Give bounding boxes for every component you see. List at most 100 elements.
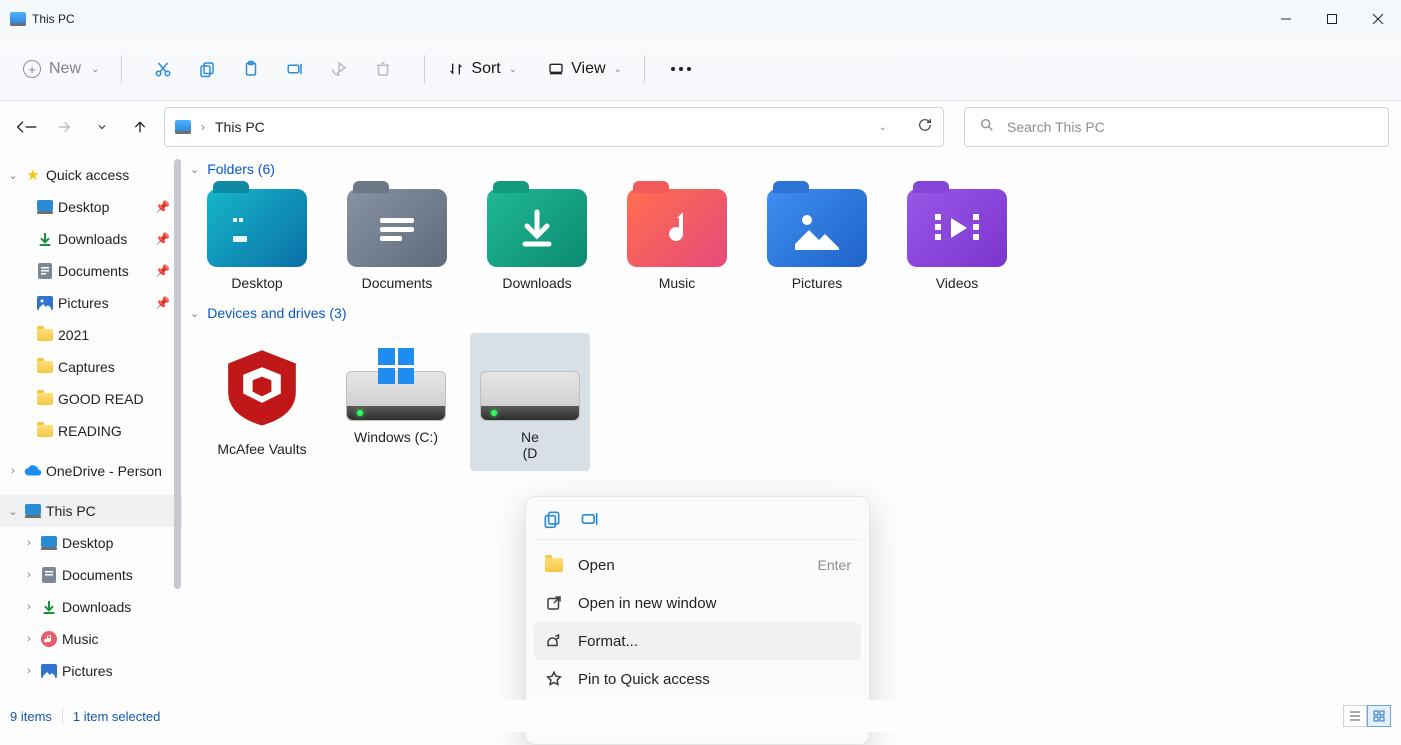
music-icon [40, 630, 58, 648]
section-header-folders[interactable]: ⌄ Folders (6) [188, 157, 1391, 183]
forward-button [50, 113, 78, 141]
ctx-label: Open in new window [578, 595, 716, 612]
refresh-button[interactable] [917, 117, 933, 138]
drive-new-volume-d[interactable]: Ne (D [470, 333, 590, 471]
rename-button[interactable] [278, 54, 312, 84]
rename-icon[interactable] [580, 509, 600, 529]
sidebar-item-label: GOOD READ [58, 391, 144, 407]
sidebar-quick-access[interactable]: ⌄ ★ Quick access [0, 159, 182, 191]
ctx-open-new-window[interactable]: Open in new window [534, 584, 861, 622]
address-bar[interactable]: › This PC ⌄ [164, 107, 944, 147]
breadcrumb[interactable]: This PC [215, 119, 265, 135]
sidebar-onedrive[interactable]: › OneDrive - Person [0, 455, 182, 487]
ellipsis-icon [671, 67, 691, 71]
chevron-down-icon: ⌄ [509, 64, 517, 75]
scrollbar-thumb[interactable] [174, 159, 181, 589]
drive-windows-c[interactable]: Windows (C:) [336, 333, 456, 471]
copy-button[interactable] [190, 54, 224, 84]
sidebar-item-label: Desktop [58, 199, 109, 215]
chevron-down-icon[interactable]: ⌄ [879, 122, 887, 133]
folder-pictures[interactable]: Pictures [762, 189, 872, 291]
folder-music[interactable]: Music [622, 189, 732, 291]
icons-view-button[interactable] [1367, 705, 1391, 727]
sidebar-item-documents[interactable]: Documents 📌 [0, 255, 182, 287]
picture-icon [40, 662, 58, 680]
sidebar-item-label: 2021 [58, 327, 89, 343]
this-pc-icon [10, 12, 26, 26]
sidebar-item-folder[interactable]: GOOD READ [0, 383, 182, 415]
search-input[interactable] [1007, 119, 1374, 135]
chevron-right-icon[interactable]: › [22, 665, 36, 677]
ctx-open[interactable]: Open Enter [534, 546, 861, 584]
trash-icon [374, 60, 392, 78]
close-button[interactable] [1355, 0, 1401, 38]
ctx-format[interactable]: Format... [534, 622, 861, 660]
delete-button [366, 54, 400, 84]
star-icon: ★ [24, 166, 42, 184]
window-title: This PC [32, 12, 75, 26]
chevron-down-icon[interactable]: ⌄ [6, 505, 20, 518]
more-button[interactable] [659, 61, 699, 77]
sidebar-item-documents[interactable]: ›Documents [0, 559, 182, 591]
separator [62, 708, 63, 724]
chevron-down-icon[interactable]: ⌄ [6, 169, 20, 182]
sidebar-this-pc[interactable]: ⌄ This PC [0, 495, 182, 527]
folder-label: Pictures [792, 275, 843, 291]
desktop-icon [36, 198, 54, 216]
sidebar-item-desktop[interactable]: Desktop 📌 [0, 191, 182, 223]
sidebar-item-music[interactable]: › Music [0, 623, 182, 655]
sidebar-item-pictures[interactable]: Pictures 📌 [0, 287, 182, 319]
copy-icon [198, 60, 216, 78]
chevron-down-icon: ⌄ [190, 163, 199, 176]
sidebar-item-downloads[interactable]: ›Downloads [0, 591, 182, 623]
chevron-right-icon[interactable]: › [22, 633, 36, 645]
sidebar-item-folder[interactable]: READING [0, 415, 182, 447]
clipboard-icon [242, 60, 260, 78]
maximize-button[interactable] [1309, 0, 1355, 38]
up-button[interactable] [126, 113, 154, 141]
chevron-right-icon[interactable]: › [22, 601, 36, 613]
section-title: Devices and drives (3) [207, 305, 346, 321]
sidebar-item-folder[interactable]: 2021 [0, 319, 182, 351]
view-button[interactable]: View ⌄ [539, 54, 630, 84]
minimize-button[interactable] [1263, 0, 1309, 38]
ctx-pin-quick-access[interactable]: Pin to Quick access [534, 660, 861, 698]
search-box[interactable] [964, 107, 1389, 147]
sort-button[interactable]: Sort ⌄ [439, 54, 525, 84]
folder-icon [37, 425, 53, 437]
status-selected-count: 1 item selected [73, 709, 160, 724]
back-button[interactable] [12, 113, 40, 141]
picture-icon [36, 294, 54, 312]
sort-label: Sort [471, 60, 500, 78]
folder-documents[interactable]: Documents [342, 189, 452, 291]
drive-mcafee[interactable]: McAfee Vaults [202, 333, 322, 471]
separator [121, 55, 122, 83]
chevron-right-icon[interactable]: › [22, 537, 36, 549]
cut-button[interactable] [146, 54, 180, 84]
paste-button[interactable] [234, 54, 268, 84]
folder-videos[interactable]: Videos [902, 189, 1012, 291]
sidebar-item-desktop[interactable]: ›Desktop [0, 527, 182, 559]
recent-button[interactable] [88, 113, 116, 141]
details-view-button[interactable] [1343, 705, 1367, 727]
ctx-label: Pin to Quick access [578, 671, 710, 688]
new-button[interactable]: + New ⌄ [15, 54, 107, 84]
chevron-right-icon[interactable]: › [22, 569, 36, 581]
folder-downloads[interactable]: Downloads [482, 189, 592, 291]
sidebar-item-folder[interactable]: Captures [0, 351, 182, 383]
pin-icon: 📌 [155, 232, 170, 246]
this-pc-icon [175, 120, 191, 134]
windows-logo-icon [378, 348, 414, 384]
sidebar-item-label: Pictures [62, 663, 113, 679]
chevron-right-icon[interactable]: › [6, 465, 20, 477]
new-label: New [49, 60, 81, 78]
sidebar-item-label: Music [62, 631, 99, 647]
sidebar-item-downloads[interactable]: Downloads 📌 [0, 223, 182, 255]
section-header-drives[interactable]: ⌄ Devices and drives (3) [188, 301, 1391, 327]
folder-desktop[interactable]: Desktop [202, 189, 312, 291]
mcafee-icon [215, 339, 309, 433]
sidebar-item-pictures[interactable]: › Pictures [0, 655, 182, 687]
copy-icon[interactable] [542, 509, 562, 529]
view-icon [547, 60, 565, 78]
ctx-label: Format... [578, 633, 638, 650]
